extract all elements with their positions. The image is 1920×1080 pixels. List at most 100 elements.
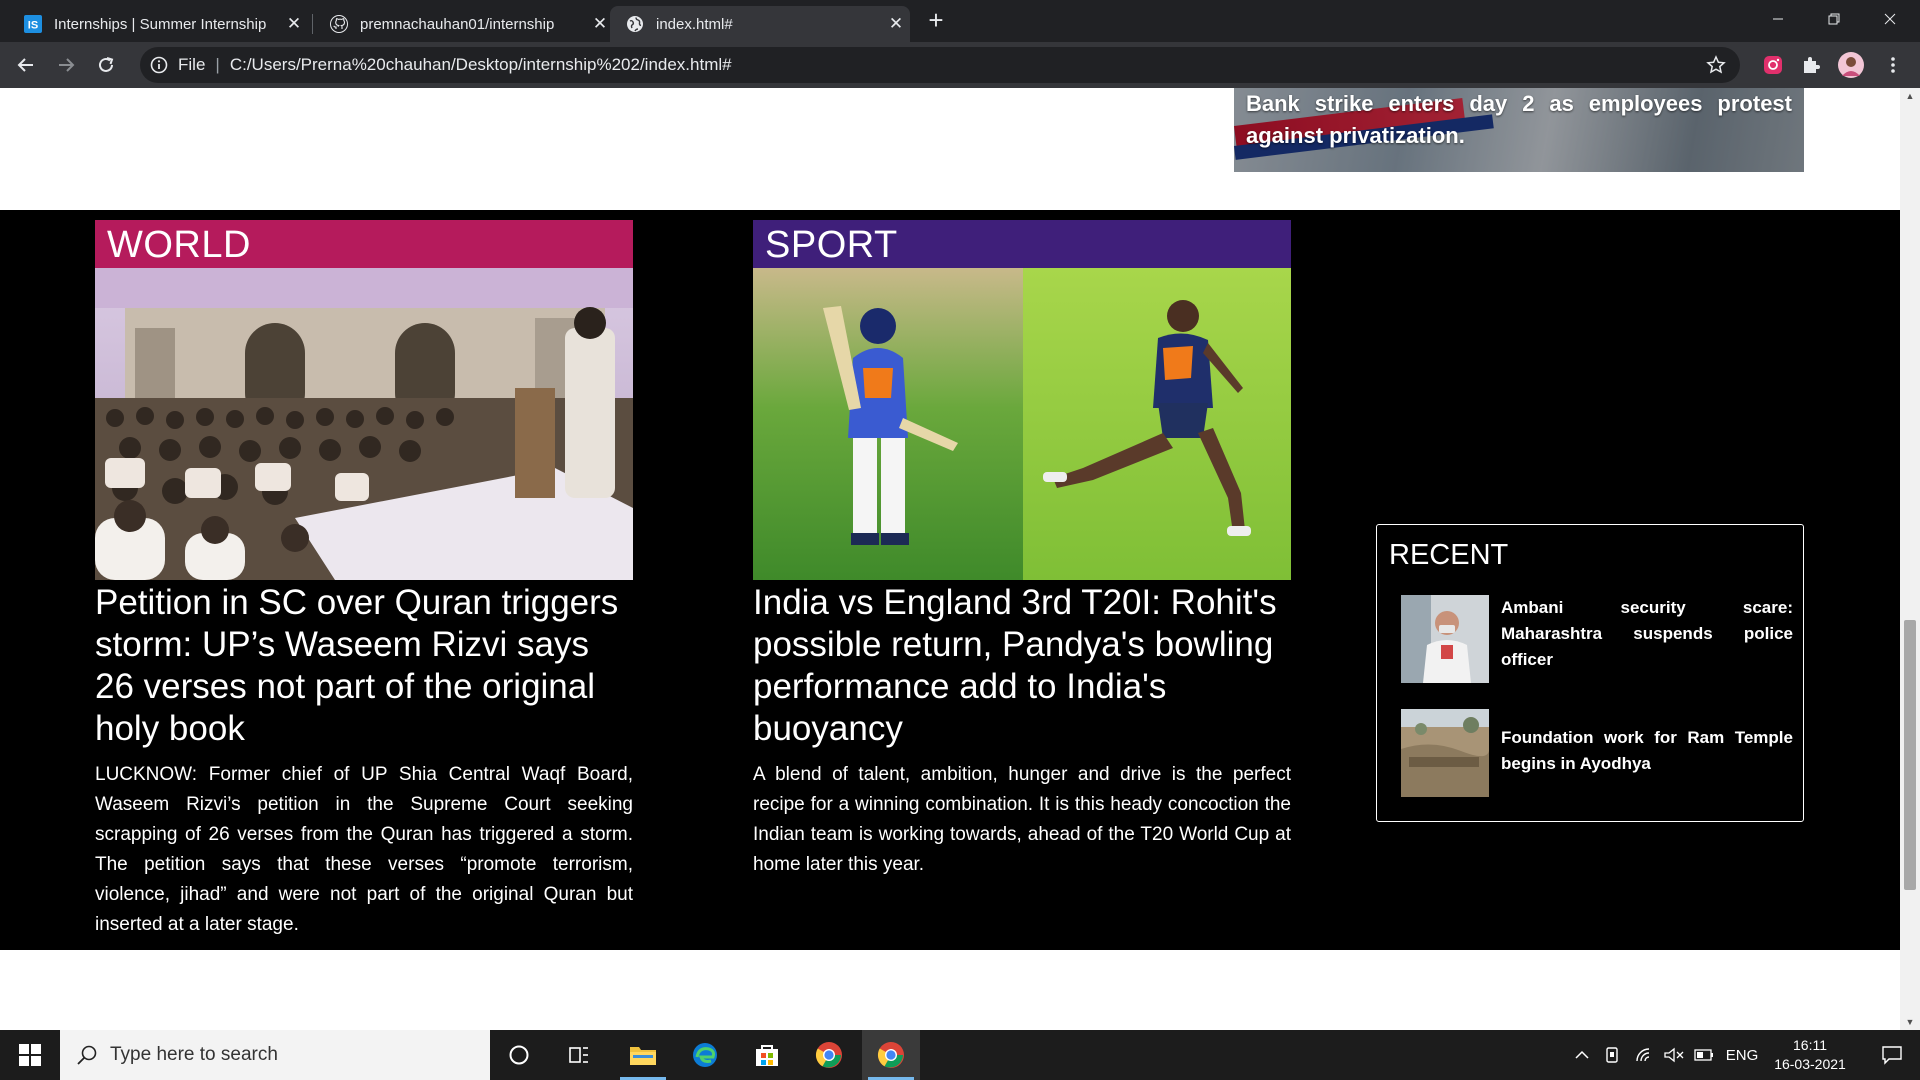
globe-icon xyxy=(627,16,643,32)
bookmark-star-icon[interactable] xyxy=(1706,55,1726,75)
browser-tab-strip: IS Internships | Summer Internship ✕ pre… xyxy=(0,0,1920,42)
battery-button[interactable] xyxy=(1690,1030,1718,1080)
sport-category-label[interactable]: SPORT xyxy=(753,220,1291,268)
close-window-button[interactable] xyxy=(1862,0,1918,38)
svg-text:IS: IS xyxy=(28,20,38,32)
recent-item-thumbnail xyxy=(1401,595,1489,683)
crowd-photo xyxy=(95,268,633,580)
edge-icon xyxy=(693,1043,717,1067)
file-explorer-button[interactable] xyxy=(614,1030,672,1080)
more-vert-icon xyxy=(1891,57,1895,73)
edge-button[interactable] xyxy=(676,1030,734,1080)
recent-item-thumbnail xyxy=(1401,709,1489,797)
input-language[interactable]: ENG xyxy=(1722,1030,1762,1080)
address-bar[interactable]: File | C:/Users/Prerna%20chauhan/Desktop… xyxy=(140,47,1740,83)
scroll-down-icon[interactable]: ▼ xyxy=(1900,1014,1920,1030)
url-text[interactable]: C:/Users/Prerna%20chauhan/Desktop/intern… xyxy=(230,55,732,75)
reload-icon xyxy=(99,57,114,72)
sport-headline[interactable]: India vs England 3rd T20I: Rohit's possi… xyxy=(753,582,1291,750)
network-button[interactable] xyxy=(1630,1030,1658,1080)
world-category-label[interactable]: WORLD xyxy=(95,220,633,268)
clock-time: 16:11 xyxy=(1793,1037,1827,1053)
restore-icon xyxy=(1828,13,1840,25)
browser-toolbar: File | C:/Users/Prerna%20chauhan/Desktop… xyxy=(0,42,1920,88)
store-button[interactable] xyxy=(738,1030,796,1080)
device-tray-button[interactable] xyxy=(1598,1030,1626,1080)
info-icon[interactable] xyxy=(150,56,168,74)
reload-button[interactable] xyxy=(92,51,120,79)
cricket-photo xyxy=(753,268,1291,580)
page-scrollbar[interactable]: ▲ ▼ xyxy=(1900,88,1920,1030)
battery-icon xyxy=(1694,1049,1713,1061)
volume-button[interactable] xyxy=(1660,1030,1688,1080)
github-icon xyxy=(330,15,348,33)
world-news-card: WORLD Petition in SC over Quran triggers… xyxy=(95,220,633,940)
minimize-button[interactable] xyxy=(1750,0,1806,38)
cortana-icon xyxy=(509,1045,529,1065)
recent-news-widget: RECENT Ambani security scare: Maharashtr… xyxy=(1376,524,1804,822)
tab-close-icon[interactable]: ✕ xyxy=(882,14,910,34)
tab-github[interactable]: premnachauhan01/internship ✕ xyxy=(314,6,614,42)
scrollbar-thumb[interactable] xyxy=(1904,620,1916,890)
forward-arrow-icon xyxy=(59,58,75,72)
tab-title: Internships | Summer Internship xyxy=(54,15,267,33)
show-hidden-icons-button[interactable] xyxy=(1570,1030,1594,1080)
tab-index-html[interactable]: index.html# ✕ xyxy=(610,6,910,42)
restore-button[interactable] xyxy=(1806,0,1862,38)
recent-item[interactable]: Ambani security scare: Maharashtra suspe… xyxy=(1401,595,1793,683)
scroll-up-icon[interactable]: ▲ xyxy=(1900,88,1920,104)
banner-caption: Bank strike enters day 2 as employees pr… xyxy=(1246,91,1792,148)
forward-button[interactable] xyxy=(52,51,80,79)
world-summary: LUCKNOW: Former chief of UP Shia Central… xyxy=(95,764,633,935)
taskbar-search-box[interactable]: Type here to search xyxy=(60,1030,490,1080)
back-button[interactable] xyxy=(12,51,40,79)
start-button[interactable] xyxy=(0,1030,60,1080)
task-view-icon xyxy=(569,1047,588,1063)
recent-title: RECENT xyxy=(1389,539,1509,571)
recent-item-title: Ambani security scare: Maharashtra suspe… xyxy=(1501,598,1793,669)
chrome-menu-button[interactable] xyxy=(1880,52,1906,78)
world-headline[interactable]: Petition in SC over Quran triggers storm… xyxy=(95,582,633,750)
clock-date: 16-03-2021 xyxy=(1774,1056,1846,1072)
search-icon xyxy=(77,1045,97,1065)
wifi-icon xyxy=(1636,1048,1650,1062)
back-arrow-icon xyxy=(17,58,33,72)
minimize-icon xyxy=(1773,18,1783,20)
web-page: Bank strike enters day 2 as employees pr… xyxy=(0,88,1900,1030)
tab-internships[interactable]: IS Internships | Summer Internship ✕ xyxy=(8,6,308,42)
system-clock[interactable]: 16:11 16-03-2021 xyxy=(1760,1036,1860,1074)
chevron-up-icon xyxy=(1575,1050,1589,1059)
action-center-icon xyxy=(1882,1046,1902,1065)
news-section: WORLD Petition in SC over Quran triggers… xyxy=(0,210,1900,950)
notifications-button[interactable] xyxy=(1864,1030,1920,1080)
tab-title: index.html# xyxy=(656,15,733,33)
windows-taskbar: Type here to search ENG 16:11 16-03-2021 xyxy=(0,1030,1920,1080)
task-view-button[interactable] xyxy=(550,1030,608,1080)
chrome-button[interactable] xyxy=(800,1030,858,1080)
sport-news-card: SPORT India vs England 3rd T20I: Rohit's… xyxy=(753,220,1291,880)
internshala-icon: IS xyxy=(24,15,42,33)
address-divider: | xyxy=(215,55,220,74)
device-icon xyxy=(1606,1047,1618,1063)
profile-avatar[interactable] xyxy=(1838,52,1864,78)
recent-item-title: Foundation work for Ram Temple begins in… xyxy=(1501,728,1793,773)
extensions-puzzle-icon[interactable] xyxy=(1798,52,1824,78)
close-icon xyxy=(1884,13,1896,25)
cortana-button[interactable] xyxy=(490,1030,548,1080)
desktop-screen: IS Internships | Summer Internship ✕ pre… xyxy=(0,0,1920,1080)
scheme-label: File xyxy=(178,55,206,74)
world-news-image[interactable] xyxy=(95,268,633,580)
new-tab-button[interactable]: + xyxy=(922,6,950,34)
chrome-icon xyxy=(877,1042,904,1068)
search-placeholder: Type here to search xyxy=(110,1044,278,1065)
windows-logo-icon xyxy=(19,1044,41,1066)
chrome-active-button[interactable] xyxy=(862,1030,920,1080)
recent-item[interactable]: Foundation work for Ram Temple begins in… xyxy=(1401,709,1793,797)
instagram-extension-icon[interactable] xyxy=(1760,52,1786,78)
tab-title: premnachauhan01/internship xyxy=(360,15,555,33)
sport-news-image[interactable] xyxy=(753,268,1291,580)
tab-close-icon[interactable]: ✕ xyxy=(280,14,308,34)
folder-icon xyxy=(630,1047,656,1065)
banner-news-image[interactable]: Bank strike enters day 2 as employees pr… xyxy=(1234,88,1804,172)
sport-summary: A blend of talent, ambition, hunger and … xyxy=(753,764,1291,875)
